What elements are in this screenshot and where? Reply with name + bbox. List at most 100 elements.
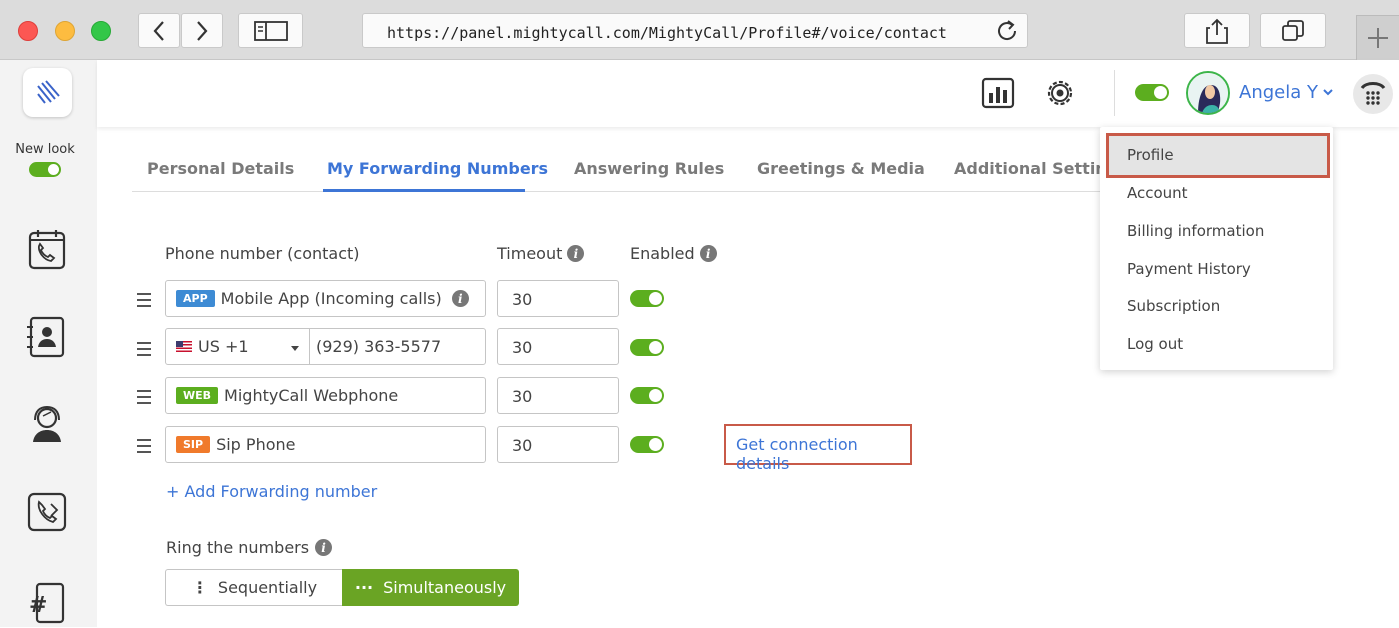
ring-the-numbers-label: Ring the numbers i (166, 538, 333, 557)
drag-handle-icon[interactable] (137, 342, 151, 360)
info-icon[interactable]: i (699, 245, 717, 262)
support-agent-icon[interactable] (25, 402, 69, 450)
maximize-window-button[interactable] (91, 21, 111, 41)
sequentially-button[interactable]: ⋮ Sequentially (165, 569, 343, 606)
country-code-select[interactable]: US +1 (166, 329, 310, 364)
info-icon[interactable]: i (451, 290, 469, 307)
availability-toggle[interactable] (1135, 84, 1169, 101)
tab-greetings-media[interactable]: Greetings & Media (757, 159, 925, 178)
call-log-icon[interactable] (25, 228, 69, 276)
phone-column-header: Phone number (contact) (165, 244, 360, 263)
active-tab-indicator (323, 189, 525, 192)
user-name[interactable]: Angela Y (1239, 82, 1318, 103)
analytics-icon[interactable] (981, 76, 1015, 114)
url-text: https://panel.mightycall.com/MightyCall/… (387, 24, 947, 42)
dialpad-icon (1360, 82, 1386, 105)
address-bar[interactable]: https://panel.mightycall.com/MightyCall/… (362, 13, 1028, 48)
drag-handle-icon[interactable] (137, 439, 151, 457)
timeout-input[interactable]: 30 (497, 328, 619, 365)
app-badge: APP (176, 290, 215, 307)
share-icon (1206, 18, 1228, 44)
header-divider (1114, 70, 1115, 116)
tab-personal-details[interactable]: Personal Details (147, 159, 294, 178)
share-button[interactable] (1184, 13, 1250, 48)
contacts-icon[interactable] (25, 315, 69, 363)
forwarding-number-web: WEB MightyCall Webphone (165, 377, 486, 414)
vertical-dots-icon: ⋮ (191, 578, 208, 597)
dialer-button[interactable] (1353, 74, 1393, 114)
sidebar-icon (253, 20, 288, 41)
drag-handle-icon[interactable] (137, 390, 151, 408)
logo-icon (36, 79, 60, 104)
enabled-toggle[interactable] (630, 387, 664, 404)
menu-item-profile[interactable]: Profile (1127, 146, 1174, 164)
user-dropdown-menu: Profile Account Billing information Paym… (1100, 127, 1333, 370)
forwarding-label: Mobile App (Incoming calls) (220, 289, 442, 308)
sip-badge: SIP (176, 436, 211, 453)
app-header: Angela Y (97, 60, 1399, 127)
forwarding-number-phone: US +1 (929) 363-5577 (165, 328, 486, 365)
ring-label-text: Ring the numbers (166, 538, 310, 557)
svg-text:#: # (29, 593, 47, 618)
us-flag-icon (176, 341, 192, 352)
chevron-left-icon (153, 20, 164, 41)
caret-down-icon (291, 346, 299, 351)
menu-item-subscription[interactable]: Subscription (1127, 297, 1220, 315)
forward-button[interactable] (181, 13, 223, 48)
minimize-window-button[interactable] (55, 21, 75, 41)
chevron-down-icon[interactable] (1321, 84, 1335, 103)
menu-item-billing-information[interactable]: Billing information (1127, 222, 1264, 240)
timeout-column-label: Timeout (497, 244, 563, 263)
enabled-column-label: Enabled (630, 244, 695, 263)
forwarding-label: MightyCall Webphone (224, 386, 399, 405)
sequentially-label: Sequentially (217, 578, 318, 597)
add-forwarding-number-link[interactable]: + Add Forwarding number (166, 482, 377, 501)
chevron-right-icon (197, 20, 208, 41)
tabs-icon (1282, 19, 1304, 41)
tab-answering-rules[interactable]: Answering Rules (574, 159, 724, 178)
close-window-button[interactable] (18, 21, 38, 41)
info-icon[interactable]: i (567, 245, 585, 262)
horizontal-dots-icon: ··· (354, 578, 374, 597)
call-routing-icon[interactable] (25, 490, 69, 538)
tabs-overview-button[interactable] (1260, 13, 1326, 48)
plus-icon (1368, 28, 1388, 48)
new-tab-button[interactable] (1356, 15, 1399, 60)
forwarding-number-sip: SIP Sip Phone (165, 426, 486, 463)
forwarding-number-app: APP Mobile App (Incoming calls) i (165, 280, 486, 317)
timeout-input[interactable]: 30 (497, 426, 619, 463)
enabled-toggle[interactable] (630, 339, 664, 356)
profile-tabs: Personal Details My Forwarding Numbers A… (132, 150, 1128, 192)
new-look-toggle[interactable] (29, 162, 61, 177)
browser-toolbar: https://panel.mightycall.com/MightyCall/… (0, 0, 1399, 60)
menu-item-payment-history[interactable]: Payment History (1127, 260, 1251, 278)
forwarding-label: Sip Phone (216, 435, 296, 454)
enabled-column-header: Enabled i (630, 244, 717, 263)
enabled-toggle[interactable] (630, 436, 664, 453)
timeout-input[interactable]: 30 (497, 377, 619, 414)
new-look-label: New look (15, 142, 75, 157)
tab-my-forwarding-numbers[interactable]: My Forwarding Numbers (327, 159, 548, 178)
menu-item-log-out[interactable]: Log out (1127, 335, 1183, 353)
phone-numbers-icon[interactable]: # (25, 580, 69, 628)
phone-number-input[interactable]: (929) 363-5577 (310, 337, 441, 356)
country-code-value: US +1 (198, 337, 249, 356)
web-badge: WEB (176, 387, 219, 404)
reload-icon[interactable] (995, 19, 1019, 47)
enabled-toggle[interactable] (630, 290, 664, 307)
timeout-column-header: Timeout i (497, 244, 585, 263)
menu-item-account[interactable]: Account (1127, 184, 1188, 202)
phone-column-label: Phone number (contact) (165, 244, 360, 263)
back-button[interactable] (138, 13, 180, 48)
get-connection-details-link[interactable]: Get connection details (724, 424, 912, 473)
settings-gear-icon[interactable] (1043, 76, 1077, 114)
left-sidebar: New look # (0, 60, 97, 627)
sidebar-toggle-button[interactable] (238, 13, 303, 48)
info-icon[interactable]: i (315, 539, 333, 556)
simultaneously-button[interactable]: ··· Simultaneously (342, 569, 519, 606)
timeout-input[interactable]: 30 (497, 280, 619, 317)
mightycall-logo[interactable] (23, 68, 72, 117)
avatar[interactable] (1186, 71, 1230, 115)
simultaneously-label: Simultaneously (383, 578, 507, 597)
drag-handle-icon[interactable] (137, 293, 151, 311)
